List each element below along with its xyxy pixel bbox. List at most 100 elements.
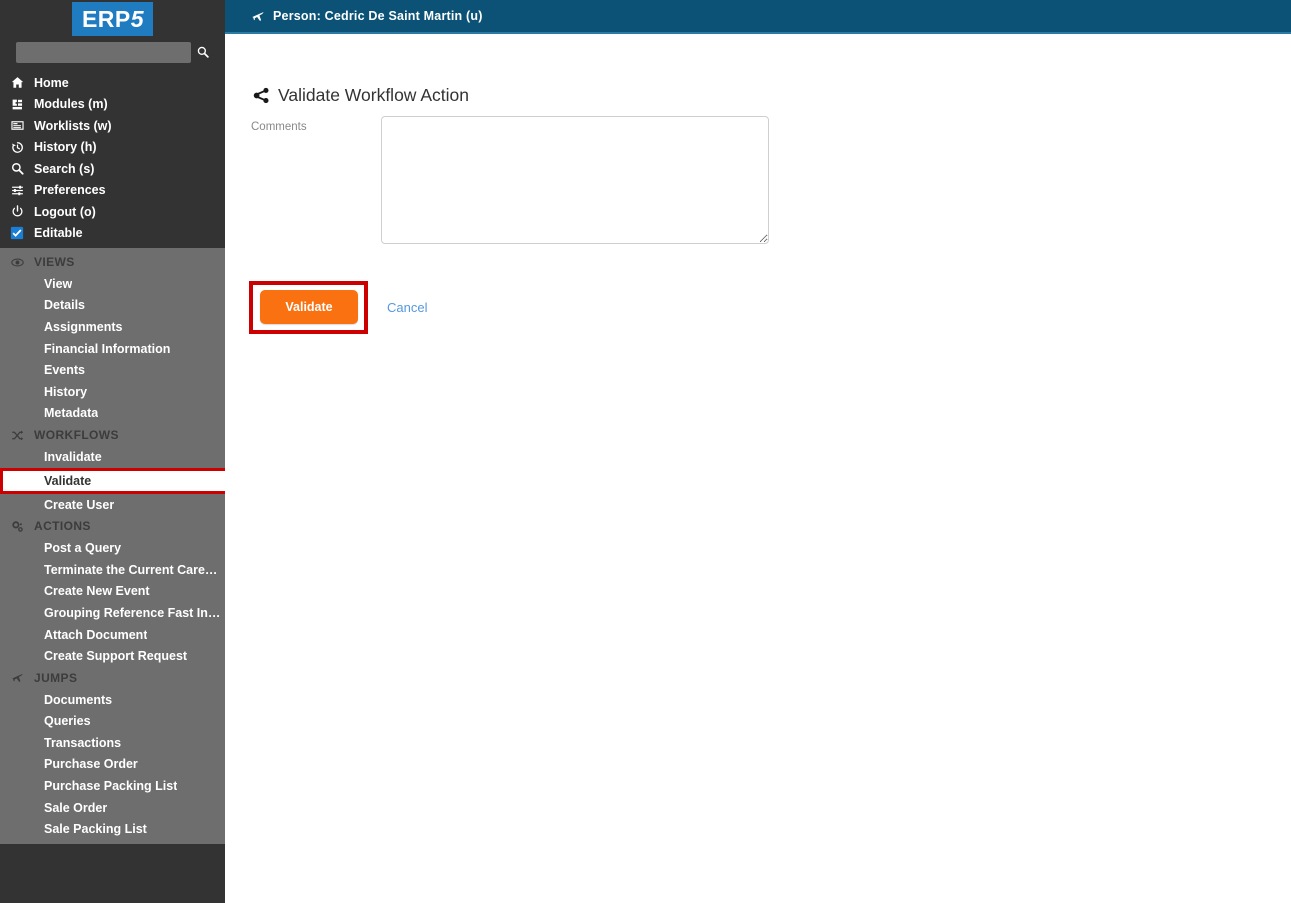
sidebar-item-preferences[interactable]: Preferences [0, 180, 225, 202]
preferences-icon [0, 184, 34, 197]
page-title-row: Validate Workflow Action [251, 85, 1291, 106]
sidebar-item-details[interactable]: Details [0, 295, 225, 317]
brand-logo-suffix: 5 [130, 6, 145, 32]
erp5-application-window: ERP5 Home Modules (m) Worklists (w) History… [0, 0, 1291, 903]
sidebar-item-label: History (h) [34, 140, 97, 155]
sidebar-item-sale-order[interactable]: Sale Order [0, 797, 225, 819]
page-title: Validate Workflow Action [278, 85, 469, 105]
sidebar-item-label: Modules (m) [34, 97, 108, 112]
sidebar-item-label: Purchase Order [44, 757, 138, 772]
eye-icon [0, 256, 34, 269]
sidebar-item-create-new-event[interactable]: Create New Event [0, 581, 225, 603]
logout-icon [0, 205, 34, 218]
sidebar-item-post-a-query[interactable]: Post a Query [0, 537, 225, 559]
sidebar-item-sale-packing-list[interactable]: Sale Packing List [0, 818, 225, 840]
sidebar-item-label: Grouping Reference Fast Input [44, 605, 224, 620]
sidebar-item-label: Create User [44, 497, 115, 512]
sidebar-item-label: Search (s) [34, 161, 95, 176]
sidebar-item-label: Purchase Packing List [44, 779, 178, 794]
sidebar-item-grouping-reference-fast-input[interactable]: Grouping Reference Fast Input [0, 602, 225, 624]
search-input[interactable] [16, 41, 191, 63]
sidebar-item-label: History [44, 384, 88, 399]
sidebar: ERP5 Home Modules (m) Worklists (w) History… [0, 0, 228, 903]
sidebar-item-label: Details [44, 298, 85, 313]
search-bar [0, 38, 225, 66]
search-icon[interactable] [191, 41, 215, 63]
sidebar-item-assignments[interactable]: Assignments [0, 316, 225, 338]
sidebar-item-label: Post a Query [44, 541, 122, 556]
sidebar-item-label: Create Support Request [44, 649, 188, 664]
sidebar-item-history-h[interactable]: History (h) [0, 137, 225, 159]
gears-icon [0, 520, 34, 533]
sidebar-item-purchase-order[interactable]: Purchase Order [0, 754, 225, 776]
checkbox-checked-icon [0, 226, 34, 240]
sidebar-item-terminate-the-current-career[interactable]: Terminate the Current Career... [0, 559, 225, 581]
sidebar-item-label: Home [34, 75, 69, 90]
sidebar-item-purchase-packing-list[interactable]: Purchase Packing List [0, 775, 225, 797]
sidebar-item-financial-information[interactable]: Financial Information [0, 338, 225, 360]
sidebar-item-create-user[interactable]: Create User [0, 494, 225, 516]
cancel-link[interactable]: Cancel [387, 300, 427, 315]
sidebar-item-label: Events [44, 363, 85, 378]
sidebar-section-title: VIEWS [34, 255, 75, 269]
modules-icon [0, 98, 34, 111]
sidebar-section-views: VIEWS [0, 251, 225, 273]
sidebar-section-actions: ACTIONS [0, 515, 225, 537]
sidebar-section-title: WORKFLOWS [34, 428, 119, 443]
sidebar-item-editable[interactable]: Editable [0, 223, 225, 245]
home-icon [0, 76, 34, 89]
sidebar-item-search-s[interactable]: Search (s) [0, 158, 225, 180]
sidebar-item-label: Documents [44, 692, 113, 707]
sidebar-item-label: Transactions [44, 735, 122, 750]
sidebar-item-label: Editable [34, 226, 83, 241]
sidebar-item-label: Validate [44, 473, 92, 488]
sidebar-item-label: Sale Order [44, 800, 108, 815]
history-icon [0, 141, 34, 154]
brand-logo-text: ERP5 [71, 2, 154, 36]
context-title: Person: Cedric De Saint Martin (u) [273, 9, 483, 23]
main-content: Validate Workflow Action Comments Valida… [225, 36, 1291, 903]
sidebar-section-jumps: JUMPS [0, 667, 225, 689]
sidebar-primary-nav: Home Modules (m) Worklists (w) History (h) S… [0, 66, 225, 248]
sidebar-item-home[interactable]: Home [0, 72, 225, 94]
sidebar-item-label: Financial Information [44, 341, 171, 356]
brand-logo[interactable]: ERP5 [0, 0, 225, 38]
sidebar-item-worklists-w[interactable]: Worklists (w) [0, 115, 225, 137]
sidebar-item-attach-document[interactable]: Attach Document [0, 624, 225, 646]
sidebar-item-label: Worklists (w) [34, 118, 112, 133]
sidebar-item-metadata[interactable]: Metadata [0, 403, 225, 425]
comments-textarea[interactable] [381, 116, 769, 244]
sidebar-item-view[interactable]: View [0, 273, 225, 295]
comments-field-row: Comments [251, 116, 1291, 244]
sidebar-item-invalidate[interactable]: Invalidate [0, 446, 225, 468]
sidebar-item-queries[interactable]: Queries [0, 711, 225, 733]
sidebar-item-modules-m[interactable]: Modules (m) [0, 94, 225, 116]
sidebar-item-label: Preferences [34, 183, 106, 198]
shuffle-icon [0, 429, 34, 442]
sidebar-section-title: JUMPS [34, 670, 78, 685]
search-icon [0, 162, 34, 175]
sidebar-item-label: Metadata [44, 406, 99, 421]
sidebar-item-logout-o[interactable]: Logout (o) [0, 201, 225, 223]
sidebar-item-label: Sale Packing List [44, 822, 147, 837]
sidebar-item-history[interactable]: History [0, 381, 225, 403]
sidebar-item-create-support-request[interactable]: Create Support Request [0, 645, 225, 667]
sidebar-item-events[interactable]: Events [0, 359, 225, 381]
sidebar-section-title: ACTIONS [34, 519, 91, 534]
form-actions: Validate Cancel [249, 281, 1291, 334]
sidebar-item-validate[interactable]: Validate [0, 467, 228, 494]
sidebar-item-label: Attach Document [44, 627, 148, 642]
worklists-icon [0, 119, 34, 132]
sidebar-item-label: Invalidate [44, 449, 102, 464]
sidebar-item-transactions[interactable]: Transactions [0, 732, 225, 754]
validate-highlight-box: Validate [249, 281, 368, 334]
brand-logo-prefix: ERP [81, 6, 131, 32]
sidebar-sections: VIEWS View Details Assignments Financial Inf… [0, 248, 228, 845]
plane-icon [0, 671, 34, 684]
sidebar-item-label: Create New Event [44, 584, 150, 599]
plane-icon [243, 9, 273, 23]
sidebar-item-documents[interactable]: Documents [0, 689, 225, 711]
sidebar-item-label: View [44, 276, 73, 291]
sidebar-item-label: Terminate the Current Career... [44, 562, 224, 577]
validate-button[interactable]: Validate [260, 290, 358, 324]
